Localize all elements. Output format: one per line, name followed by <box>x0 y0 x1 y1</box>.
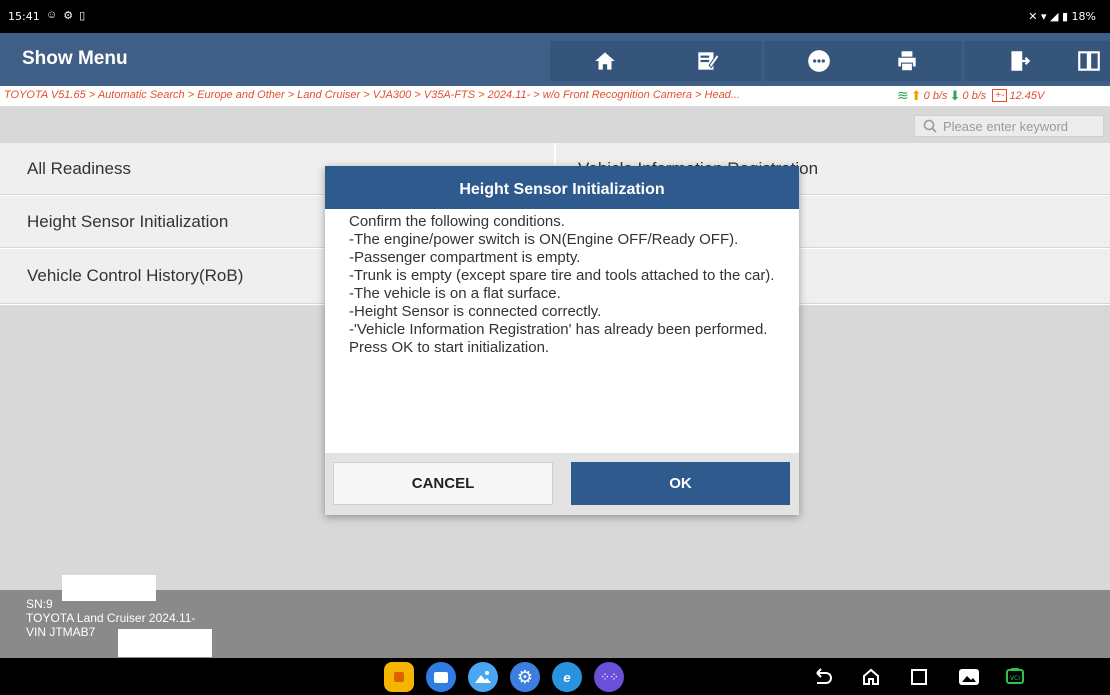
split-screen-button[interactable] <box>1068 41 1110 81</box>
edit-button[interactable] <box>652 41 762 81</box>
home-icon <box>595 52 615 70</box>
split-icon <box>1078 51 1100 71</box>
dialog-footer: CANCEL OK <box>325 453 799 515</box>
search-icon <box>923 119 937 133</box>
download-arrow-icon: ⬇ <box>949 87 961 103</box>
vehicle-info-panel: SN:9 TOYOTA Land Cruiser 2024.11- VIN JT… <box>0 575 1110 658</box>
edit-icon <box>698 52 720 70</box>
files-app-icon[interactable] <box>426 662 456 692</box>
signal-icon: ◢ <box>1050 10 1059 23</box>
dialog-line: -Trunk is empty (except spare tire and t… <box>349 267 775 284</box>
status-bar: 15:41 ☺ ⚙ ▯ ✕ ▾ ◢ ▮ 18% <box>0 0 1110 33</box>
phone-icon: ▯ <box>79 10 86 22</box>
battery-level: 18% <box>1071 10 1096 23</box>
home-nav-icon[interactable] <box>860 666 882 688</box>
upload-rate: 0 b/s <box>923 89 948 102</box>
dialog-line: Press OK to start initialization. <box>349 339 550 356</box>
download-rate: 0 b/s <box>962 89 987 102</box>
voltage-value: 12.45V <box>1009 89 1045 102</box>
page-title: Show Menu <box>22 48 128 69</box>
notes-app-icon[interactable] <box>384 662 414 692</box>
app-dock: ⚙ e ⁘⁘ <box>384 662 624 692</box>
height-sensor-dialog: Height Sensor Initialization Confirm the… <box>325 166 799 515</box>
app-drawer-icon[interactable]: ⁘⁘ <box>594 662 624 692</box>
dialog-line: -'Vehicle Information Registration' has … <box>349 321 768 338</box>
ok-button[interactable]: OK <box>571 462 790 505</box>
mute-icon: ✕ <box>1028 10 1038 23</box>
print-icon <box>898 51 916 72</box>
clock: 15:41 <box>8 10 40 23</box>
vehicle-model: TOYOTA Land Cruiser 2024.11- <box>26 611 196 625</box>
dialog-message: Confirm the following conditions. -The e… <box>325 209 799 453</box>
settings-app-icon[interactable]: ⚙ <box>510 662 540 692</box>
dialog-line: -The engine/power switch is ON(Engine OF… <box>349 231 739 248</box>
browser-app-icon[interactable]: e <box>552 662 582 692</box>
dialog-line: -Height Sensor is connected correctly. <box>349 303 602 320</box>
home-button[interactable] <box>550 41 660 81</box>
wifi-icon: ▾ <box>1040 10 1047 23</box>
search-bar: Please enter keyword <box>0 107 1110 143</box>
redaction-box <box>62 575 156 601</box>
recents-icon[interactable] <box>908 666 930 688</box>
dialog-line: -Passenger compartment is empty. <box>349 249 581 266</box>
chat-notification-icon: ☺ <box>46 9 58 21</box>
system-nav-bar: ⚙ e ⁘⁘ VCI <box>0 658 1110 695</box>
dialog-title: Height Sensor Initialization <box>325 166 799 209</box>
wifi-icon: ≋ <box>897 87 909 103</box>
settings-notification-icon: ⚙ <box>63 10 74 22</box>
chat-icon <box>808 50 830 72</box>
vci-icon[interactable]: VCI <box>1004 666 1026 688</box>
redaction-box <box>118 629 212 657</box>
exit-button[interactable] <box>964 41 1074 81</box>
gallery-app-icon[interactable] <box>468 662 498 692</box>
screenshot-icon[interactable] <box>958 666 980 688</box>
battery-icon: ▮ <box>1061 10 1069 23</box>
breadcrumb-path: TOYOTA V51.65 > Automatic Search > Europ… <box>4 89 740 101</box>
battery-voltage-icon: +- <box>992 89 1008 102</box>
exit-icon <box>1011 51 1031 71</box>
upload-arrow-icon: ⬆ <box>910 87 922 103</box>
dialog-line: -The vehicle is on a flat surface. <box>349 285 561 302</box>
back-icon[interactable] <box>812 666 834 688</box>
breadcrumb: TOYOTA V51.65 > Automatic Search > Europ… <box>0 86 1110 107</box>
cancel-button[interactable]: CANCEL <box>333 462 553 505</box>
search-input[interactable]: Please enter keyword <box>914 115 1104 137</box>
app-header: Show Menu <box>0 33 1110 86</box>
print-button[interactable] <box>852 41 962 81</box>
svg-text:VCI: VCI <box>1010 675 1020 682</box>
search-placeholder: Please enter keyword <box>943 118 1069 134</box>
dialog-line: Confirm the following conditions. <box>349 213 565 230</box>
